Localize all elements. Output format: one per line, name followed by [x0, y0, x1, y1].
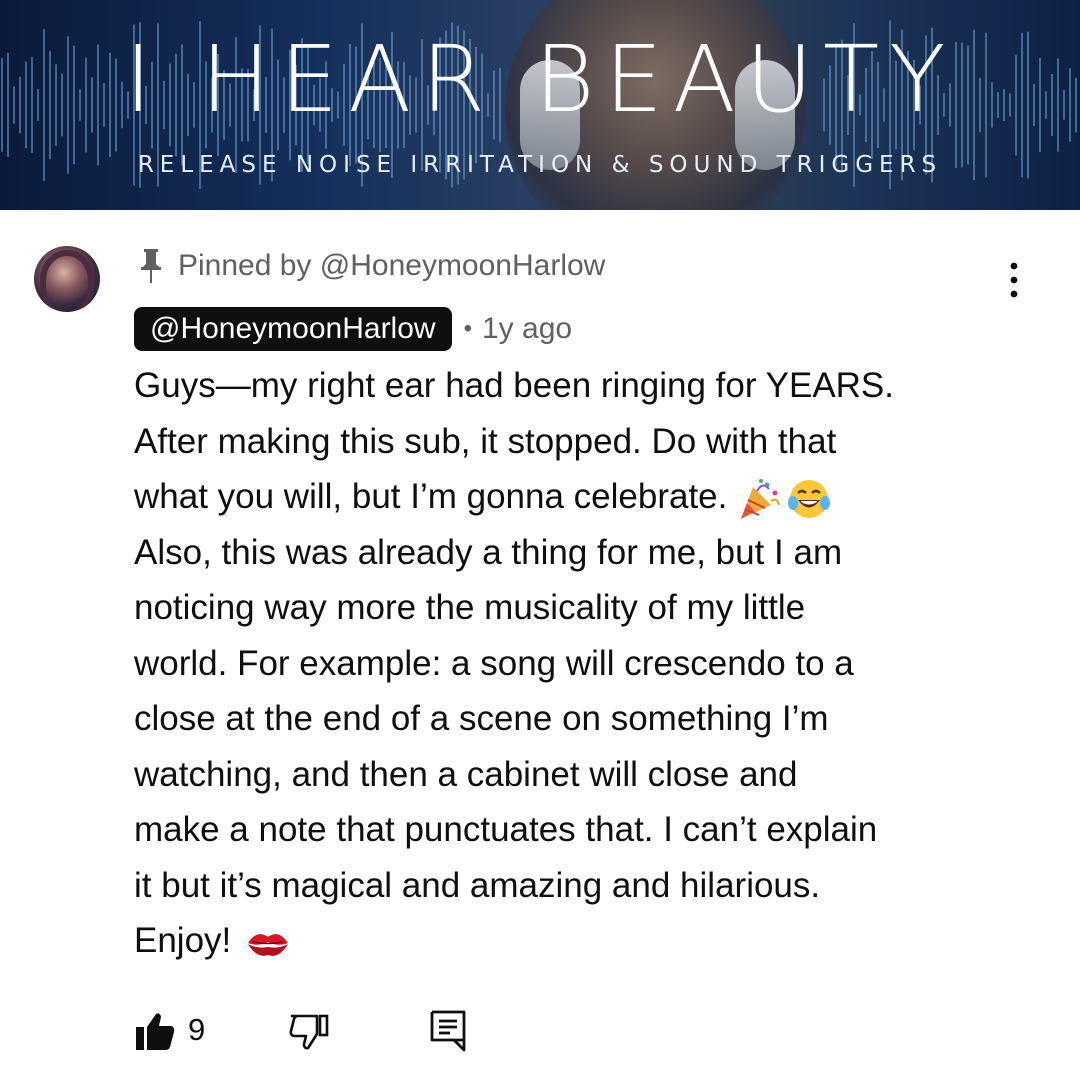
video-banner: I HEAR BEAUTY RELEASE NOISE IRRITATION &… — [0, 0, 1080, 210]
pinned-text: Pinned by @HoneymoonHarlow — [178, 249, 606, 282]
reply-comment-icon[interactable] — [430, 1010, 466, 1052]
comment-line-with-emoji: Enjoy! — [134, 913, 1034, 969]
banner-headline: I HEAR BEAUTY — [124, 26, 956, 133]
kiss-mark-emoji — [248, 933, 289, 956]
pin-icon — [141, 249, 161, 283]
comment-line: Guys—my right ear had been ringing for Y… — [134, 366, 895, 405]
comment-line: noticing way more the musicality of my l… — [134, 588, 806, 627]
comment-actions: 9 — [134, 1006, 534, 1054]
comment-line: After making this sub, it stopped. Do wi… — [134, 421, 837, 461]
pinned-label: Pinned by @HoneymoonHarlow — [138, 246, 605, 286]
like-count: 9 — [188, 1012, 206, 1047]
thumbs-down-icon[interactable] — [288, 1010, 330, 1052]
comment-line-text: what you will, but I’m gonna celebrate. — [134, 477, 728, 516]
party-popper-emoji — [741, 478, 781, 519]
more-vertical-icon[interactable] — [996, 262, 1032, 298]
banner-subline: RELEASE NOISE IRRITATION & SOUND TRIGGER… — [137, 152, 943, 178]
comment-line: it but it’s magical and amazing and hila… — [134, 865, 821, 905]
comment-line: watching, and then a cabinet will close … — [134, 754, 798, 794]
comment-line-with-emoji: what you will, but I’m gonna celebrate. — [134, 469, 1034, 525]
author-handle[interactable]: @HoneymoonHarlow — [134, 307, 452, 351]
avatar[interactable] — [34, 246, 100, 312]
comment-line: close at the end of a scene on something… — [134, 699, 829, 738]
avatar-hair — [40, 250, 94, 310]
comment-line: make a note that punctuates that. I can’… — [134, 810, 878, 849]
comment-body: Guys—my right ear had been ringing for Y… — [134, 358, 1034, 969]
comment-header: @HoneymoonHarlow • 1y ago — [134, 307, 572, 351]
comment-line: world. For example: a song will crescend… — [134, 643, 854, 683]
tears-of-joy-emoji — [788, 479, 831, 518]
separator-dot: • — [463, 315, 472, 342]
thumbs-up-icon[interactable] — [134, 1010, 176, 1052]
comment-timestamp[interactable]: 1y ago — [482, 312, 572, 346]
comment-line: Also, this was already a thing for me, b… — [134, 532, 843, 572]
comment-line-text: Enjoy! — [134, 921, 232, 960]
